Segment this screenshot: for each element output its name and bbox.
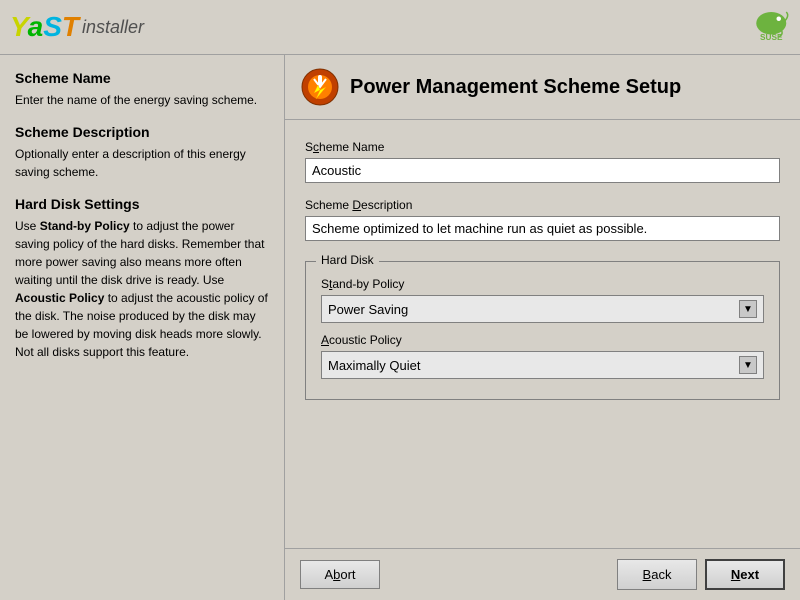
svg-text:SUSE: SUSE <box>760 33 783 42</box>
content-area: Power Management Scheme Setup Scheme Nam… <box>285 55 800 600</box>
standby-policy-dropdown[interactable]: Power Saving ▼ <box>321 295 764 323</box>
power-management-icon <box>300 67 340 107</box>
content-body: Scheme Name Scheme Description Hard Disk… <box>285 120 800 548</box>
next-button[interactable]: Next <box>705 559 785 590</box>
hard-disk-group: Hard Disk Stand-by Policy Power Saving ▼… <box>305 261 780 400</box>
top-bar: YaST installer SUSE <box>0 0 800 55</box>
sidebar-hard-disk-heading: Hard Disk Settings <box>15 196 269 212</box>
right-buttons: Back Next <box>617 559 785 590</box>
scheme-description-input[interactable] <box>305 216 780 241</box>
sidebar-scheme-name-text: Enter the name of the energy saving sche… <box>15 91 269 109</box>
standby-policy-arrow: ▼ <box>739 300 757 318</box>
acoustic-policy-label: Acoustic Policy <box>321 333 764 347</box>
standby-policy-value: Power Saving <box>328 302 739 317</box>
acoustic-policy-value: Maximally Quiet <box>328 358 739 373</box>
acoustic-policy-dropdown[interactable]: Maximally Quiet ▼ <box>321 351 764 379</box>
acoustic-policy-arrow: ▼ <box>739 356 757 374</box>
content-header: Power Management Scheme Setup <box>285 55 800 120</box>
abort-button[interactable]: Abort <box>300 560 380 589</box>
hard-disk-legend: Hard Disk <box>316 253 379 267</box>
sidebar-scheme-name-section: Scheme Name Enter the name of the energy… <box>15 70 269 109</box>
sidebar: Scheme Name Enter the name of the energy… <box>0 55 285 600</box>
suse-logo: SUSE <box>730 7 790 47</box>
main-layout: Scheme Name Enter the name of the energy… <box>0 55 800 600</box>
scheme-name-input[interactable] <box>305 158 780 183</box>
standby-policy-label: Stand-by Policy <box>321 277 764 291</box>
sidebar-scheme-description-text: Optionally enter a description of this e… <box>15 145 269 181</box>
sidebar-hard-disk-text: Use Stand-by Policy to adjust the power … <box>15 217 269 361</box>
yast-logo: YaST installer <box>10 11 144 43</box>
installer-text: installer <box>82 17 144 38</box>
page-title: Power Management Scheme Setup <box>350 76 681 99</box>
yast-logo-text: YaST <box>10 11 79 43</box>
sidebar-scheme-name-heading: Scheme Name <box>15 70 269 86</box>
sidebar-scheme-description-heading: Scheme Description <box>15 124 269 140</box>
scheme-description-label: Scheme Description <box>305 198 780 212</box>
button-bar: Abort Back Next <box>285 548 800 600</box>
sidebar-scheme-description-section: Scheme Description Optionally enter a de… <box>15 124 269 181</box>
sidebar-hard-disk-section: Hard Disk Settings Use Stand-by Policy t… <box>15 196 269 361</box>
scheme-name-label: Scheme Name <box>305 140 780 154</box>
back-button[interactable]: Back <box>617 559 697 590</box>
